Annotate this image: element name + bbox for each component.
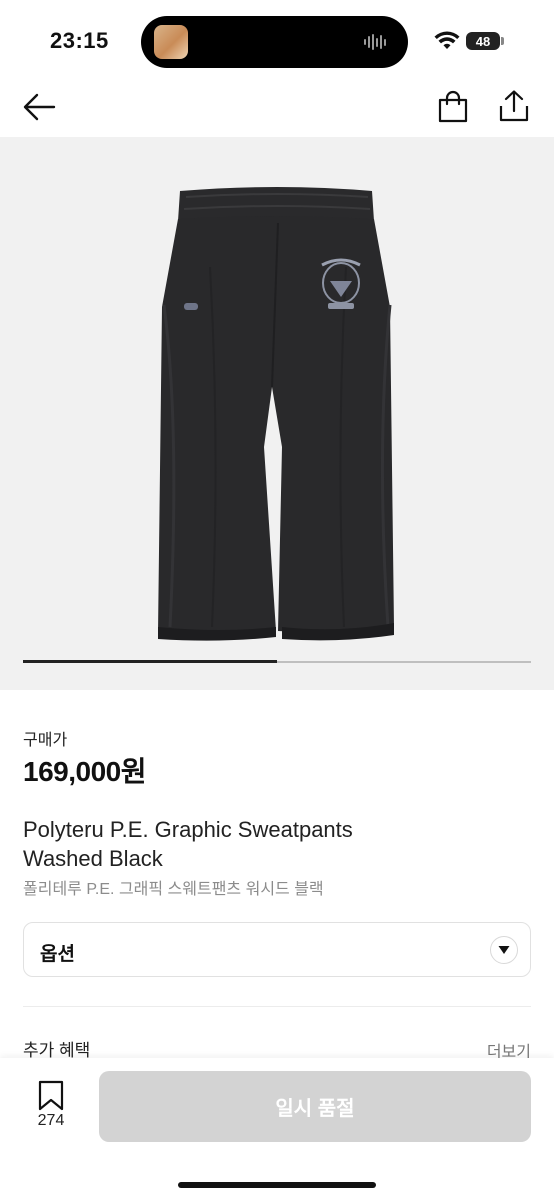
wish-count: 274 [37,1112,65,1129]
now-playing-artwork [154,25,188,59]
option-dropdown-button[interactable] [490,936,518,964]
section-divider [23,1006,531,1007]
product-title-ko: 폴리테루 P.E. 그래픽 스웨트팬츠 워시드 블랙 [23,881,324,898]
battery-indicator: 48 [466,32,500,50]
shopping-bag-icon[interactable] [436,90,470,124]
battery-tip [501,37,504,45]
dynamic-island[interactable] [141,16,408,68]
option-selector[interactable]: 옵션 [23,922,531,977]
wifi-icon [434,31,460,49]
product-title-en: Polyteru P.E. Graphic Sweatpants Washed … [23,817,353,871]
product-price: 169,000원 [23,756,146,787]
image-progress-indicator [23,660,277,663]
share-icon[interactable] [497,89,531,123]
status-time: 23:15 [50,28,109,53]
option-label: 옵션 [40,944,75,965]
sold-out-button[interactable]: 일시 품절 [99,1071,531,1142]
back-arrow-icon[interactable] [22,90,56,124]
product-image-gallery[interactable] [0,137,554,690]
price-label: 구매가 [23,732,68,749]
dropdown-arrow-icon [498,946,510,954]
home-indicator[interactable] [178,1182,376,1188]
audio-wave-icon [364,33,392,51]
bookmark-icon[interactable] [37,1080,65,1112]
product-image [158,187,394,641]
